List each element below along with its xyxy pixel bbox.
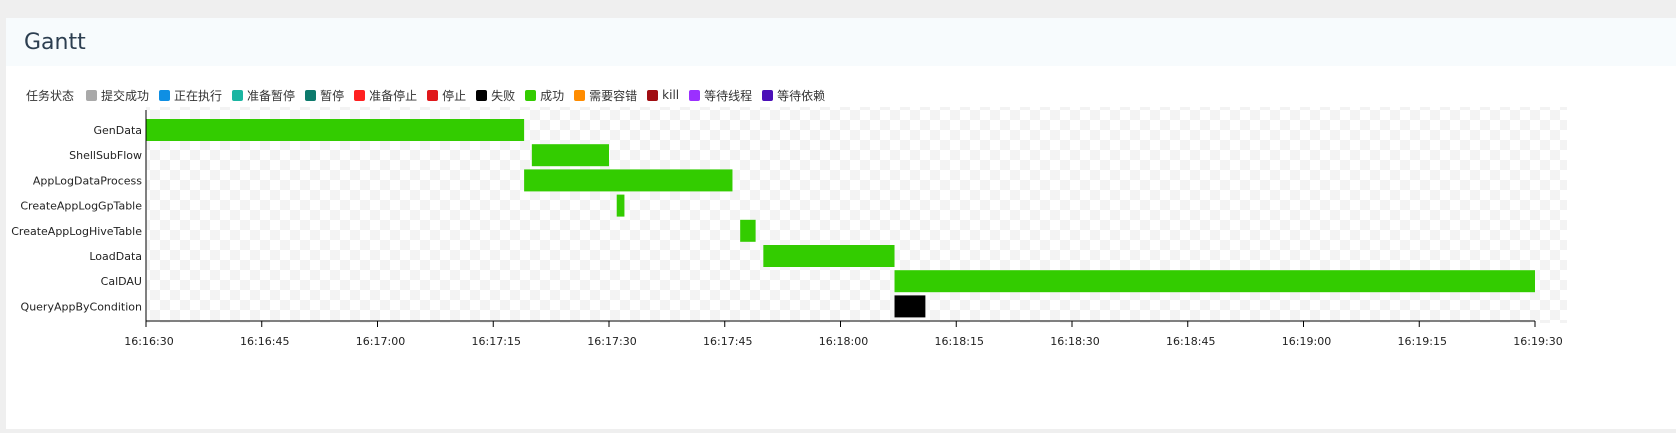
task-bar[interactable] [894, 270, 1535, 293]
task-bar[interactable] [146, 119, 525, 141]
x-tick-label: 16:17:30 [587, 335, 636, 348]
x-tick-label: 16:18:30 [1050, 335, 1099, 348]
x-tick-label: 16:17:15 [472, 335, 521, 348]
gantt-chart: GenData ShellSubFlow AppLogDataProcess Crea… [11, 107, 1567, 348]
gantt-chart-container: GenData ShellSubFlow AppLogDataProcess Crea… [0, 0, 1676, 433]
task-bar[interactable] [531, 144, 609, 167]
x-tick-label: 16:19:15 [1398, 335, 1447, 348]
x-tick-label: 16:17:00 [356, 335, 405, 348]
x-tick-label: 16:18:15 [935, 335, 984, 348]
task-label: CalDAU [101, 275, 142, 288]
task-bar[interactable] [616, 194, 625, 217]
x-tick-label: 16:19:00 [1282, 335, 1331, 348]
task-label: ShellSubFlow [69, 149, 142, 162]
x-tick-label: 16:18:00 [819, 335, 868, 348]
x-tick-label: 16:17:45 [703, 335, 752, 348]
task-bar[interactable] [763, 245, 895, 267]
x-tick-label: 16:16:30 [124, 335, 173, 348]
task-bar[interactable] [524, 169, 733, 192]
x-tick-label: 16:18:45 [1166, 335, 1215, 348]
task-label: GenData [93, 124, 142, 137]
task-bar[interactable] [894, 295, 926, 318]
task-label: LoadData [89, 250, 142, 263]
task-label: CreateAppLogGpTable [20, 200, 142, 213]
task-label: CreateAppLogHiveTable [11, 225, 142, 238]
task-label: QueryAppByCondition [21, 300, 142, 313]
x-tick-label: 16:19:30 [1513, 335, 1562, 348]
task-bar[interactable] [740, 219, 756, 242]
task-label: AppLogDataProcess [33, 174, 142, 187]
x-tick-label: 16:16:45 [240, 335, 289, 348]
